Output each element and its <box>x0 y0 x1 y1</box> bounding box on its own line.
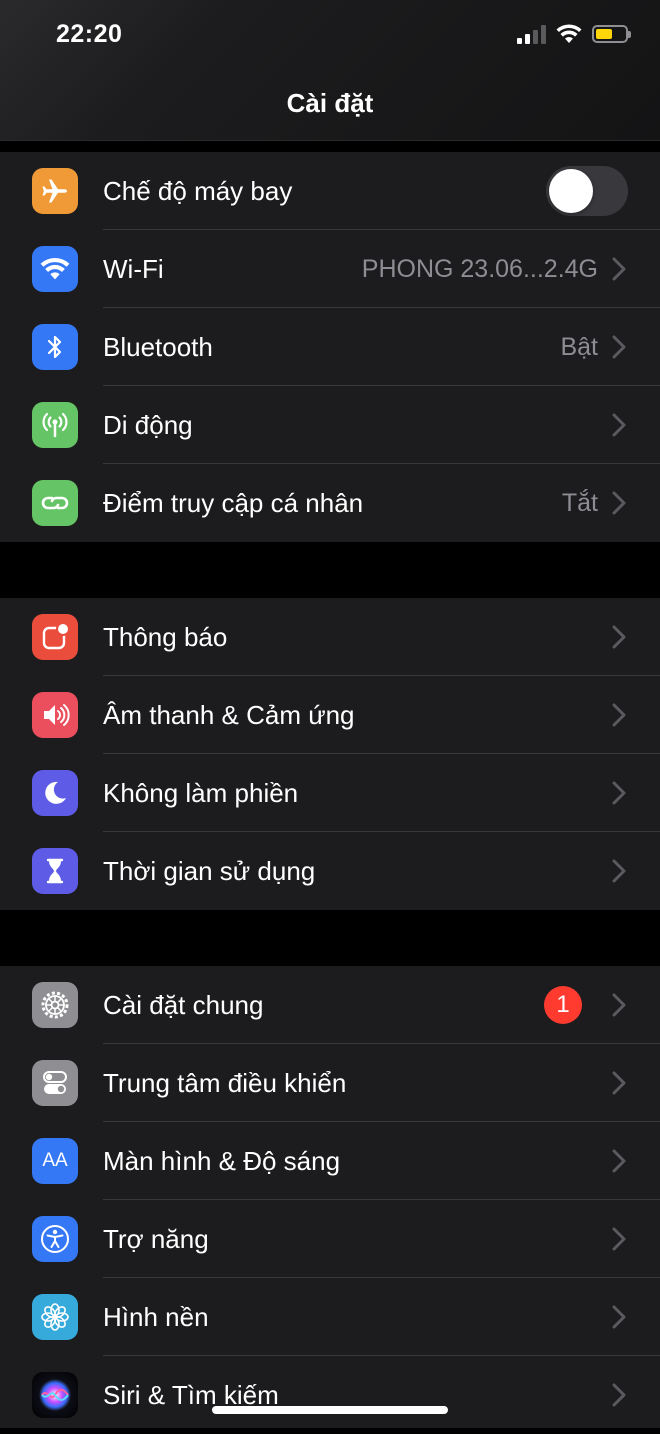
hourglass-icon <box>32 848 78 894</box>
row-label: Bluetooth <box>103 331 213 362</box>
row-wallpaper[interactable]: Hình nền <box>0 1278 660 1356</box>
row-sounds-haptics[interactable]: Âm thanh & Cảm ứng <box>0 676 660 754</box>
page-title: Cài đặt <box>286 88 374 118</box>
row-label: Âm thanh & Cảm ứng <box>103 699 355 730</box>
switches-icon <box>32 1060 78 1106</box>
row-screen-time[interactable]: Thời gian sử dụng <box>0 832 660 910</box>
chevron-right-icon <box>612 1227 626 1251</box>
row-label: Trợ năng <box>103 1223 209 1254</box>
status-time: 22:20 <box>56 20 123 48</box>
notification-badge: 1 <box>544 986 582 1024</box>
row-airplane-mode[interactable]: Chế độ máy bay <box>0 152 660 230</box>
bluetooth-icon <box>32 324 78 370</box>
signal-icon <box>517 24 546 44</box>
row-label: Wi-Fi <box>103 253 164 284</box>
row-control-center[interactable]: Trung tâm điều khiển <box>0 1044 660 1122</box>
chevron-right-icon <box>612 859 626 883</box>
chevron-right-icon <box>612 257 626 281</box>
row-label: Di động <box>103 409 193 440</box>
chevron-right-icon <box>612 703 626 727</box>
row-notifications[interactable]: Thông báo <box>0 598 660 676</box>
row-siri-search[interactable]: Siri & Tìm kiếm <box>0 1356 660 1434</box>
home-indicator[interactable] <box>212 1406 448 1414</box>
row-value: Bật <box>560 332 598 361</box>
row-do-not-disturb[interactable]: Không làm phiền <box>0 754 660 832</box>
chevron-right-icon <box>612 1305 626 1329</box>
nav-header: 22:20 Cài đặt <box>0 0 660 141</box>
status-icons <box>517 24 631 44</box>
row-label: Điểm truy cập cá nhân <box>103 487 364 518</box>
row-label: Thông báo <box>103 621 228 652</box>
battery-icon <box>592 25 631 43</box>
chevron-right-icon <box>612 781 626 805</box>
row-label: Cài đặt chung <box>103 989 264 1020</box>
row-wifi[interactable]: Wi-Fi PHONG 23.06...2.4G <box>0 230 660 308</box>
hotspot-icon <box>32 480 78 526</box>
cellular-icon <box>32 402 78 448</box>
text-size-icon: AA <box>32 1138 78 1184</box>
airplane-icon <box>32 168 78 214</box>
settings-group-connectivity: Chế độ máy bay Wi-Fi PHONG 23.06...2.4G … <box>0 152 660 542</box>
siri-icon <box>32 1372 78 1418</box>
chevron-right-icon <box>612 1383 626 1407</box>
chevron-right-icon <box>612 993 626 1017</box>
text-size-glyph: AA <box>42 1150 68 1171</box>
chevron-right-icon <box>612 413 626 437</box>
row-label: Chế độ máy bay <box>103 175 293 206</box>
flower-icon <box>32 1294 78 1340</box>
row-accessibility[interactable]: Trợ năng <box>0 1200 660 1278</box>
row-display-brightness[interactable]: AA Màn hình & Độ sáng <box>0 1122 660 1200</box>
row-label: Hình nền <box>103 1301 209 1332</box>
settings-group-general: Cài đặt chung 1 Trung tâm điều khiển AA … <box>0 966 660 1428</box>
settings-group-notifications: Thông báo Âm thanh & Cảm ứng Không làm p… <box>0 598 660 910</box>
chevron-right-icon <box>612 335 626 359</box>
gear-icon <box>32 982 78 1028</box>
row-label: Thời gian sử dụng <box>103 855 316 886</box>
speaker-icon <box>32 692 78 738</box>
accessibility-icon <box>32 1216 78 1262</box>
row-personal-hotspot[interactable]: Điểm truy cập cá nhân Tắt <box>0 464 660 542</box>
chevron-right-icon <box>612 1071 626 1095</box>
chevron-right-icon <box>612 625 626 649</box>
row-value: PHONG 23.06...2.4G <box>361 254 598 283</box>
row-bluetooth[interactable]: Bluetooth Bật <box>0 308 660 386</box>
row-cellular[interactable]: Di động <box>0 386 660 464</box>
moon-icon <box>32 770 78 816</box>
row-label: Màn hình & Độ sáng <box>103 1145 341 1176</box>
chevron-right-icon <box>612 491 626 515</box>
row-label: Trung tâm điều khiển <box>103 1067 347 1098</box>
row-general[interactable]: Cài đặt chung 1 <box>0 966 660 1044</box>
row-label: Không làm phiền <box>103 777 299 808</box>
chevron-right-icon <box>612 1149 626 1173</box>
wifi-status-icon <box>556 24 582 43</box>
wifi-icon <box>32 246 78 292</box>
row-value: Tắt <box>561 488 598 517</box>
notifications-icon <box>32 614 78 660</box>
airplane-mode-toggle[interactable] <box>546 166 628 216</box>
